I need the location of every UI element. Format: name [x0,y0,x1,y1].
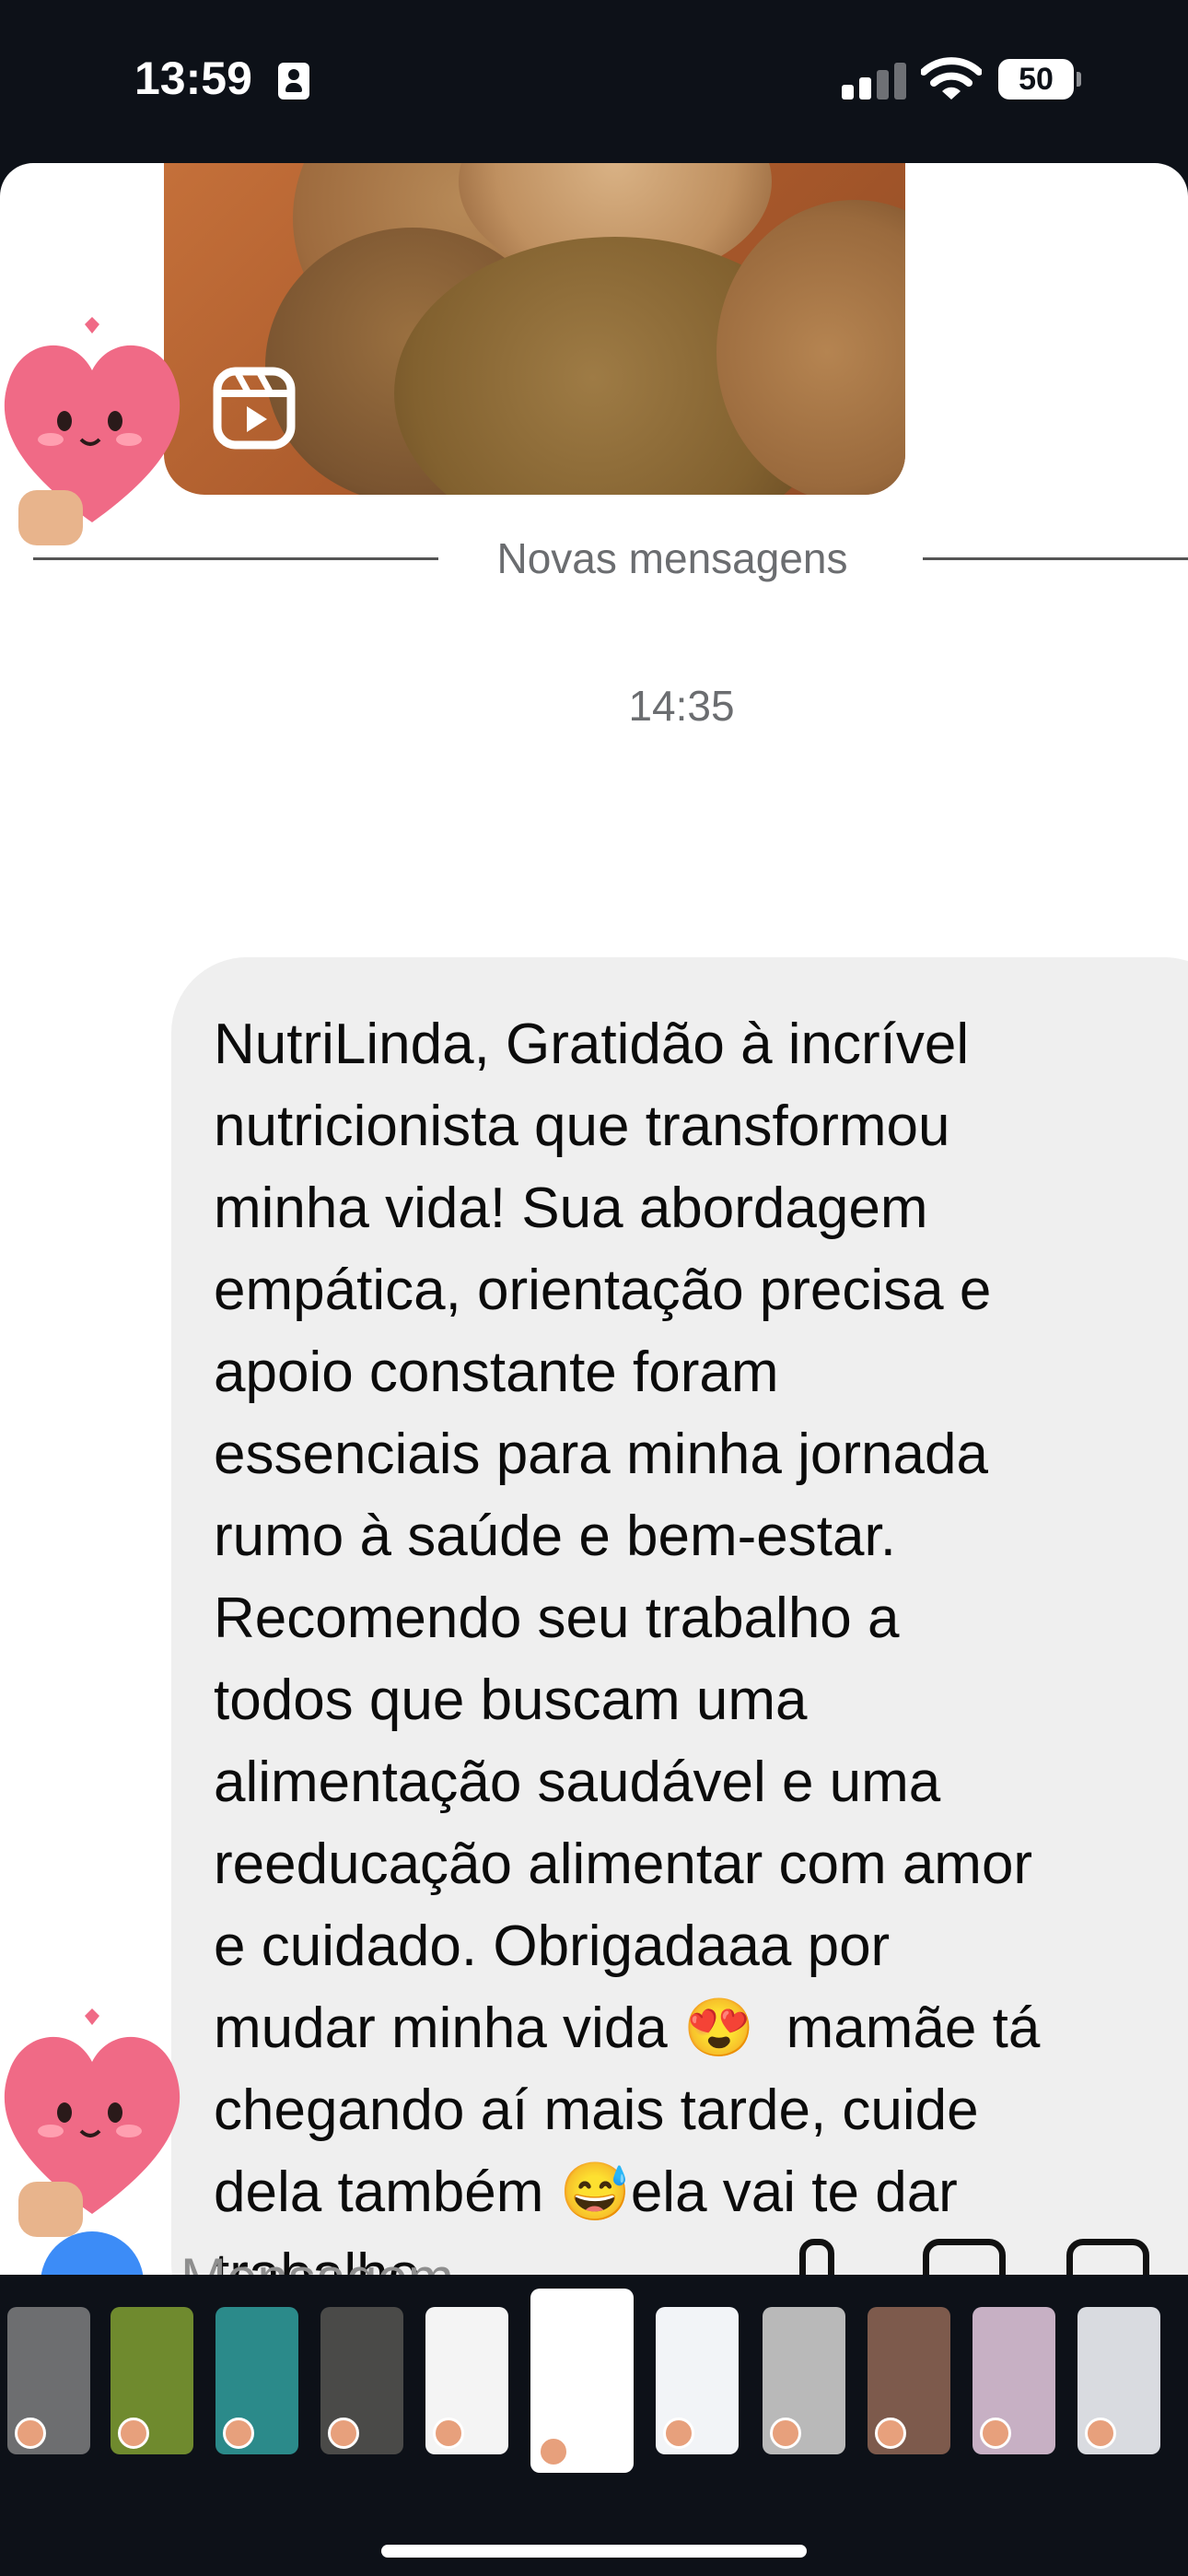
avatar [433,2418,464,2449]
avatar [538,2436,569,2467]
story-thumbnail[interactable] [868,2307,950,2454]
received-message-text: NutriLinda, Gratidão à incrível nutricio… [214,1013,1041,2275]
avatar [663,2418,694,2449]
story-thumbnail[interactable] [425,2307,508,2454]
avatar [770,2418,801,2449]
avatar [118,2418,149,2449]
avatar [15,2418,46,2449]
home-indicator[interactable] [381,2545,807,2558]
avatar [980,2418,1011,2449]
avatar [328,2418,359,2449]
message-timestamp: 14:35 [628,682,735,730]
new-messages-label: Novas mensagens [496,534,848,582]
battery-level: 50 [1019,62,1054,97]
divider-line-left [33,557,438,560]
heart-character-sticker [4,317,181,545]
wifi-icon [921,57,982,100]
story-thumbnail[interactable] [763,2307,845,2454]
id-card-icon [278,63,309,100]
chat-thread[interactable]: Novas mensagens 14:35 NutriLinda, Gratid… [0,163,1188,2275]
signal-icon [842,63,906,100]
story-thumbnail[interactable] [215,2307,298,2454]
heart-character-sticker [4,2008,181,2237]
story-thumbnail[interactable] [320,2307,403,2454]
shared-reel-preview[interactable] [164,163,905,495]
reel-icon [213,367,296,450]
avatar [875,2418,906,2449]
avatar [1085,2418,1116,2449]
story-thumbnail[interactable] [656,2307,739,2454]
story-thumbnail[interactable] [530,2289,634,2473]
battery-icon: 50 [998,59,1081,100]
divider-line-right [923,557,1188,560]
status-time: 13:59 [134,53,252,104]
avatar [223,2418,254,2449]
story-thumbnail[interactable] [1077,2307,1160,2454]
story-thumbnail[interactable] [111,2307,193,2454]
story-thumbnail[interactable] [973,2307,1055,2454]
status-bar: 13:59 50 [0,0,1188,157]
story-thumbnail[interactable] [7,2307,90,2454]
